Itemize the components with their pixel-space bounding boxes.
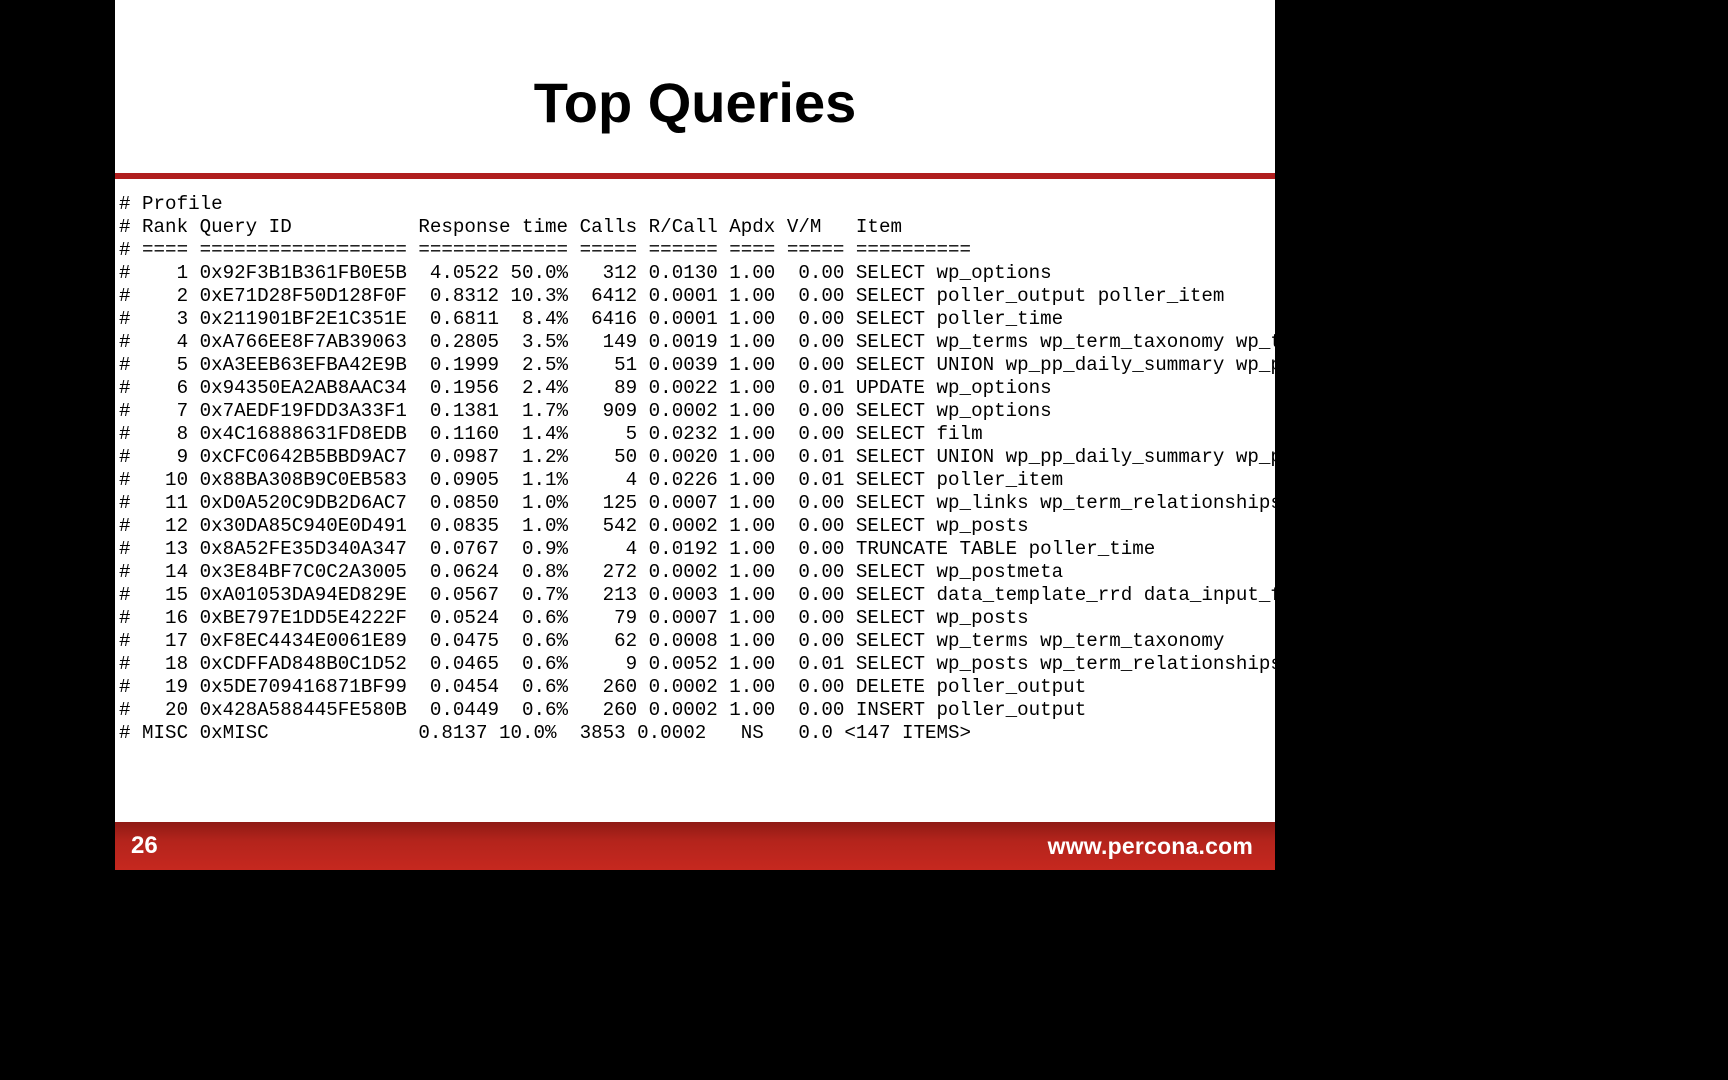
slide-footer: 26 www.percona.com <box>115 822 1275 870</box>
slide-title: Top Queries <box>115 0 1275 173</box>
page-number: 26 <box>131 832 158 860</box>
profile-output: # Profile # Rank Query ID Response time … <box>115 179 1275 745</box>
footer-url: www.percona.com <box>1048 833 1253 860</box>
slide: Top Queries # Profile # Rank Query ID Re… <box>115 0 1275 870</box>
